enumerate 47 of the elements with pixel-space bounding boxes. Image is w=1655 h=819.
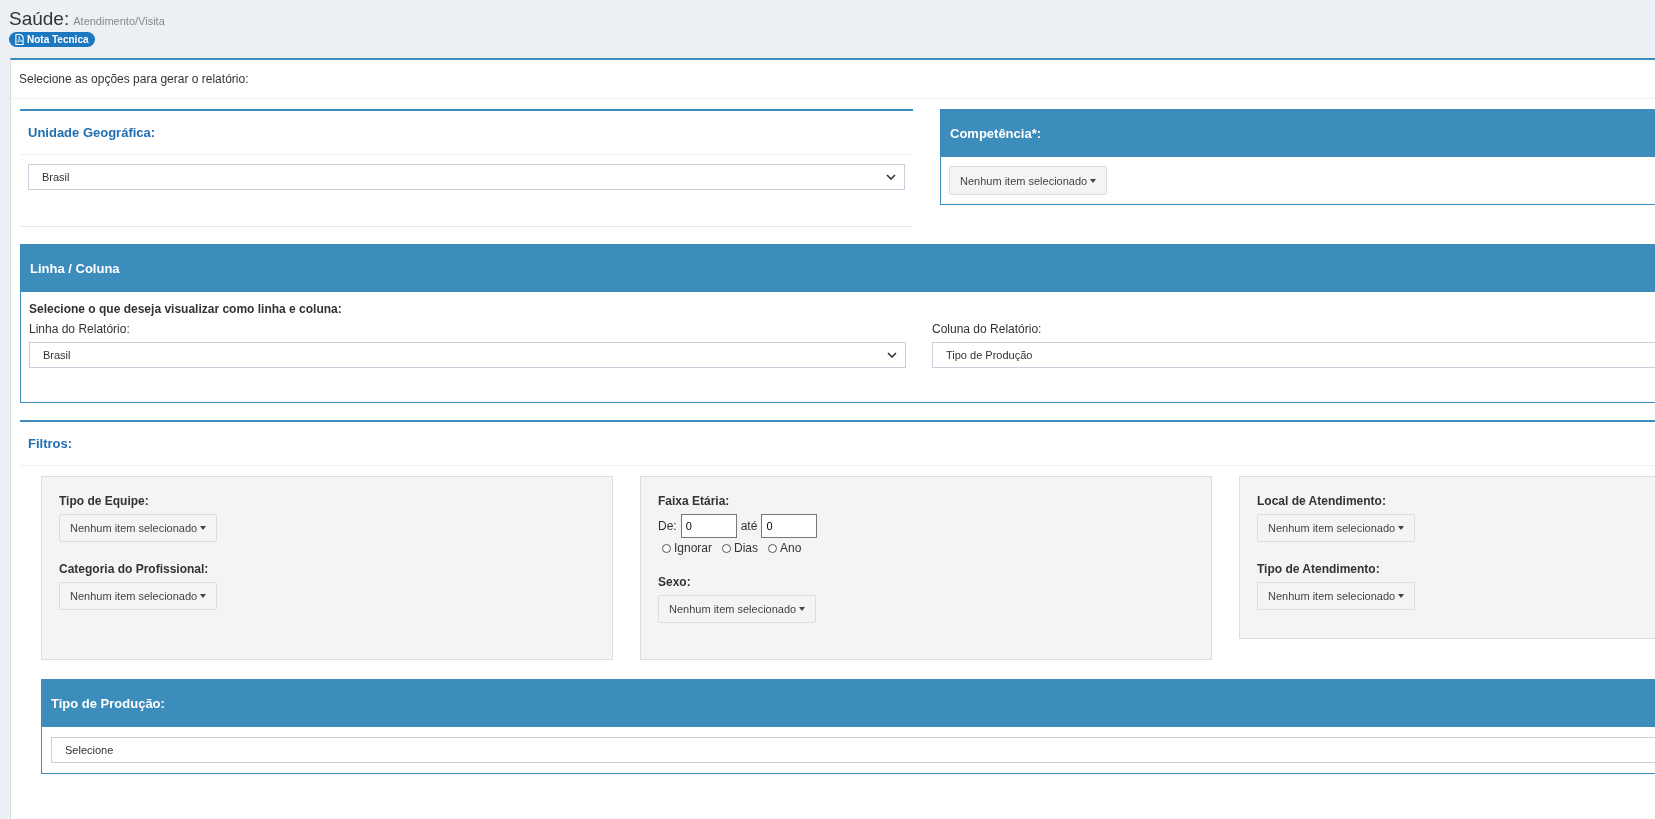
select-field[interactable]: Tipo de Produção bbox=[932, 342, 1655, 368]
caret-icon bbox=[1398, 526, 1405, 530]
radio-option[interactable]: Dias bbox=[722, 541, 759, 555]
caret-icon bbox=[799, 607, 806, 611]
caret-icon bbox=[1398, 594, 1405, 598]
dropdown-button[interactable]: Nenhum item selecionado bbox=[59, 514, 218, 542]
dropdown-button[interactable]: Nenhum item selecionado bbox=[658, 595, 817, 623]
page-subtitle: Atendimento/Visita bbox=[73, 15, 165, 27]
field-label: Tipo de Equipe: bbox=[59, 494, 150, 508]
chevron-down-icon bbox=[886, 174, 896, 180]
radio-option[interactable]: Ignorar bbox=[662, 541, 713, 555]
caret-icon bbox=[200, 526, 207, 530]
field-label: Linha do Relatório: bbox=[29, 322, 131, 336]
panel-header: Tipo de Produção: bbox=[42, 680, 1655, 727]
radio-button[interactable] bbox=[662, 543, 671, 553]
radio-button[interactable] bbox=[722, 543, 732, 553]
panel-title: Unidade Geográfica: bbox=[20, 111, 913, 155]
field-label: até bbox=[740, 519, 758, 533]
instruction-text: Selecione o que deseja visualizar como linha e coluna: bbox=[29, 302, 343, 316]
select-field[interactable]: Brasil bbox=[29, 342, 906, 368]
select-field[interactable]: Selecione bbox=[51, 737, 1655, 763]
dropdown-button[interactable]: Nenhum item selecionado bbox=[1257, 582, 1416, 610]
intro-text: Selecione as opções para gerar o relatório: bbox=[11, 60, 1655, 99]
select-field[interactable]: Brasil bbox=[28, 164, 905, 190]
panel-title: Filtros: bbox=[20, 422, 1655, 466]
field-label: Tipo de Atendimento: bbox=[1257, 562, 1381, 576]
page-title: Saúde: bbox=[9, 8, 70, 30]
caret-icon bbox=[1090, 178, 1097, 183]
field-label: Local de Atendimento: bbox=[1257, 494, 1387, 508]
dropdown-button[interactable]: Nenhum item selecionado bbox=[949, 166, 1108, 195]
input-field[interactable]: 0 bbox=[761, 514, 818, 538]
dropdown-button[interactable]: Nenhum item selecionado bbox=[59, 582, 218, 610]
radio-option[interactable]: Ano bbox=[768, 541, 802, 555]
technical-note-button[interactable]: Nota Tecnica bbox=[9, 32, 95, 47]
input-field[interactable]: 0 bbox=[680, 514, 737, 538]
field-label: Categoria do Profissional: bbox=[59, 562, 210, 576]
field-label: De: bbox=[658, 519, 677, 533]
radio-button[interactable] bbox=[768, 543, 778, 553]
dropdown-button[interactable]: Nenhum item selecionado bbox=[1257, 514, 1416, 542]
caret-icon bbox=[200, 594, 207, 598]
chevron-down-icon bbox=[887, 352, 897, 358]
field-label: Sexo: bbox=[658, 575, 692, 589]
panel-header: Linha / Coluna bbox=[21, 245, 1655, 292]
field-label: Coluna do Relatório: bbox=[932, 322, 1043, 336]
panel-header: Competência*: bbox=[941, 110, 1655, 157]
field-label: Faixa Etária: bbox=[658, 494, 731, 508]
pdf-file-icon bbox=[15, 34, 24, 45]
